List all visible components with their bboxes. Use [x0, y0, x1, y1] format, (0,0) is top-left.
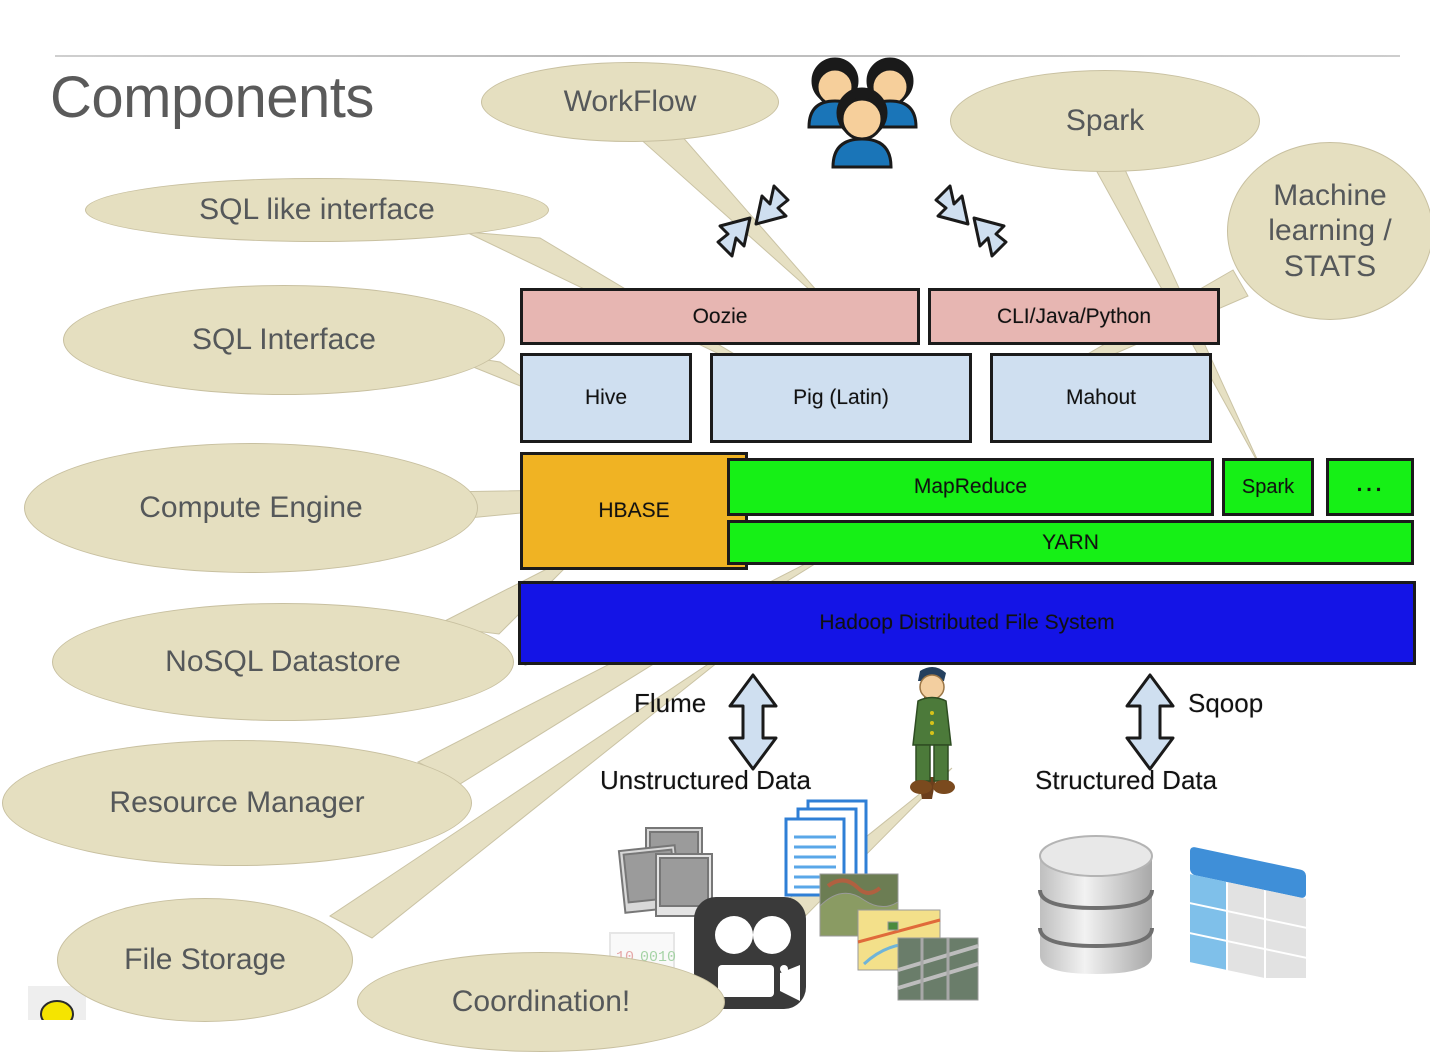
block-hbase[interactable]: HBASE	[520, 452, 748, 570]
block-mahout[interactable]: Mahout	[990, 353, 1212, 443]
block-hive[interactable]: Hive	[520, 353, 692, 443]
block-label: Pig (Latin)	[793, 386, 889, 409]
block-mapreduce[interactable]: MapReduce	[727, 458, 1214, 516]
callout-label: File Storage	[124, 943, 286, 977]
users-group-icon	[807, 57, 918, 169]
callout-label: SQL Interface	[192, 323, 376, 357]
block-cli[interactable]: CLI/Java/Python	[928, 288, 1220, 345]
worker-with-shovel-icon	[910, 666, 955, 799]
map-imagery-icon	[819, 873, 979, 1001]
block-label: MapReduce	[913, 475, 1028, 498]
block-label: CLI/Java/Python	[996, 304, 1152, 328]
structured-data-label: Structured Data	[1035, 765, 1218, 795]
block-label: Hive	[584, 386, 627, 409]
callout-label: WorkFlow	[563, 85, 697, 119]
double-arrow-vertical-flume-icon	[728, 673, 778, 771]
sqoop-label: Sqoop	[1188, 688, 1264, 718]
callout-sql-like-interface[interactable]: SQL like interface	[85, 178, 549, 242]
block-more[interactable]: …	[1326, 458, 1414, 516]
callout-label: Resource Manager	[109, 786, 365, 820]
callout-resource-manager[interactable]: Resource Manager	[2, 740, 472, 866]
double-arrow-diagonal-right-icon	[934, 184, 1008, 258]
block-oozie[interactable]: Oozie	[520, 288, 920, 345]
callout-spark[interactable]: Spark	[950, 70, 1260, 172]
callout-label: Machine learning / STATS	[1268, 178, 1392, 283]
block-label: Oozie	[692, 304, 748, 328]
block-label: …	[1354, 465, 1386, 498]
double-arrow-diagonal-left-icon	[716, 184, 790, 258]
callout-label: Spark	[1065, 104, 1145, 138]
title-divider	[55, 55, 1400, 57]
block-label: YARN	[1042, 530, 1099, 554]
block-hdfs[interactable]: Hadoop Distributed File System	[518, 581, 1416, 665]
flume-label: Flume	[634, 688, 707, 718]
callout-coordination[interactable]: Coordination!	[357, 952, 725, 1052]
callout-label: Compute Engine	[139, 491, 363, 525]
block-yarn[interactable]: YARN	[727, 520, 1414, 565]
callout-nosql-datastore[interactable]: NoSQL Datastore	[52, 603, 514, 721]
block-spark[interactable]: Spark	[1222, 458, 1314, 516]
callout-compute-engine[interactable]: Compute Engine	[24, 443, 478, 573]
callout-workflow[interactable]: WorkFlow	[481, 62, 779, 142]
page-title: Components	[50, 65, 374, 130]
callout-label: SQL like interface	[199, 193, 435, 227]
callout-label: Coordination!	[451, 985, 631, 1019]
double-arrow-vertical-sqoop-icon	[1125, 673, 1175, 771]
block-pig[interactable]: Pig (Latin)	[710, 353, 972, 443]
unstructured-data-label: Unstructured Data	[600, 765, 811, 795]
block-label: Hadoop Distributed File System	[819, 611, 1115, 634]
block-label: HBASE	[598, 499, 670, 522]
slide-canvas: Components Oozie CLI/Java/Python Hive Pi…	[0, 0, 1430, 1052]
callout-label: NoSQL Datastore	[165, 645, 401, 679]
callout-sql-interface[interactable]: SQL Interface	[63, 285, 505, 395]
block-label: Mahout	[1065, 386, 1137, 409]
data-table-icon	[1190, 847, 1306, 978]
database-cylinder-icon	[1038, 835, 1154, 974]
block-label: Spark	[1241, 475, 1295, 498]
callout-file-storage[interactable]: File Storage	[57, 898, 353, 1022]
callout-machine-learning[interactable]: Machine learning / STATS	[1227, 142, 1430, 320]
